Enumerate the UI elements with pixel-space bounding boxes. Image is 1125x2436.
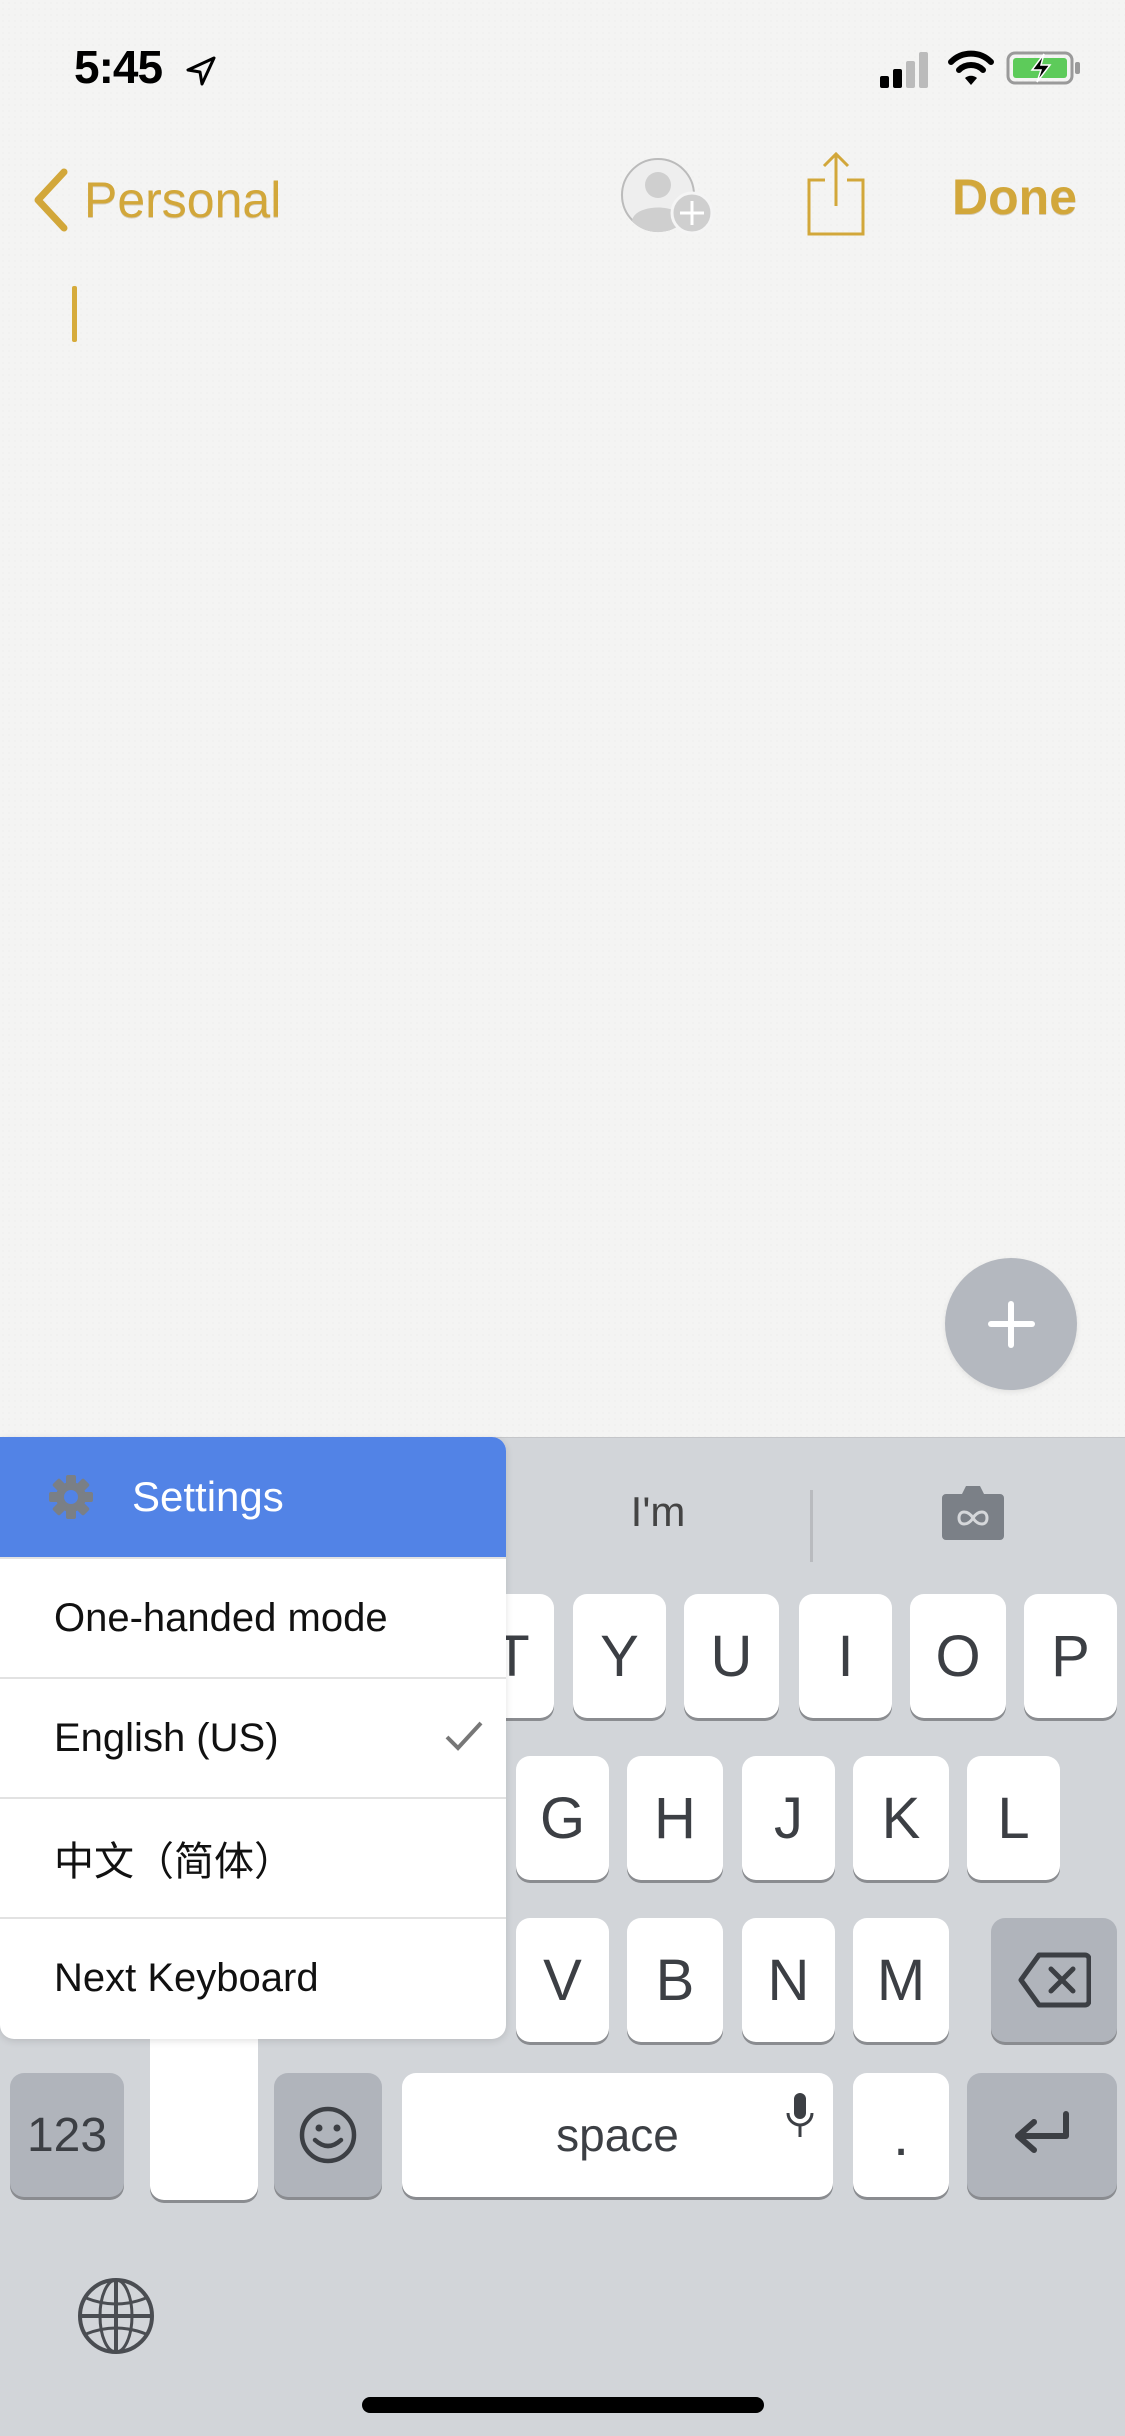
- battery-charging-icon: [1006, 51, 1080, 85]
- key-b[interactable]: B: [627, 1918, 723, 2042]
- microphone-icon[interactable]: [785, 2093, 815, 2137]
- add-person-icon[interactable]: [618, 155, 720, 241]
- menu-item-label: 中文（简体）: [54, 1840, 294, 1884]
- key-g[interactable]: G: [516, 1756, 609, 1880]
- checkmark-icon: [445, 1721, 483, 1751]
- menu-item-label: One-handed mode: [54, 1595, 388, 1640]
- menu-item-label: English (US): [54, 1715, 279, 1760]
- done-button[interactable]: Done: [952, 168, 1077, 226]
- back-label: Personal: [84, 172, 282, 228]
- key-u[interactable]: U: [684, 1594, 779, 1718]
- text-cursor: [72, 286, 77, 342]
- return-icon: [1015, 2111, 1069, 2153]
- share-icon[interactable]: [805, 150, 867, 238]
- gear-icon: [49, 1475, 93, 1519]
- suggestion-item[interactable]: I'm: [506, 1437, 810, 1587]
- menu-item-chinese-simplified[interactable]: 中文（简体）: [0, 1797, 506, 1917]
- numbers-key[interactable]: 123: [10, 2073, 124, 2197]
- status-time: 5:45: [74, 41, 163, 93]
- key-l[interactable]: L: [967, 1756, 1060, 1880]
- menu-item-label: Next Keyboard: [54, 1955, 319, 2000]
- delete-key[interactable]: [991, 1918, 1117, 2042]
- key-o[interactable]: O: [910, 1594, 1006, 1718]
- return-key[interactable]: [967, 2073, 1117, 2197]
- key-p[interactable]: P: [1024, 1594, 1117, 1718]
- cellular-signal-icon: [880, 52, 928, 88]
- key-h[interactable]: H: [627, 1756, 723, 1880]
- location-arrow-icon: [186, 56, 216, 86]
- smiley-icon: [299, 2106, 357, 2164]
- key-y[interactable]: Y: [573, 1594, 666, 1718]
- chevron-left-icon: [34, 168, 68, 232]
- menu-item-one-handed-mode[interactable]: One-handed mode: [0, 1557, 506, 1677]
- wifi-icon: [948, 50, 994, 85]
- globe-icon[interactable]: [76, 2276, 156, 2356]
- key-k[interactable]: K: [853, 1756, 949, 1880]
- back-button[interactable]: Personal: [30, 165, 281, 235]
- gif-camera-icon[interactable]: [942, 1484, 1004, 1540]
- home-indicator[interactable]: [362, 2397, 764, 2413]
- key-m[interactable]: M: [853, 1918, 949, 2042]
- suggestion-divider: [810, 1490, 813, 1562]
- emoji-key[interactable]: [274, 2073, 382, 2197]
- add-button[interactable]: [945, 1258, 1077, 1390]
- key-j[interactable]: J: [742, 1756, 835, 1880]
- key-i[interactable]: I: [799, 1594, 892, 1718]
- globe-key-highlight: [150, 2030, 258, 2200]
- backspace-icon: [1018, 1952, 1091, 2008]
- keyboard-menu: Settings One-handed mode English (US) 中文…: [0, 1437, 506, 2039]
- menu-settings-label: Settings: [132, 1473, 284, 1520]
- key-v[interactable]: V: [516, 1918, 609, 2042]
- space-key[interactable]: space: [402, 2073, 833, 2197]
- period-key[interactable]: .: [853, 2073, 949, 2197]
- menu-settings[interactable]: Settings: [0, 1437, 506, 1557]
- menu-item-english-us[interactable]: English (US): [0, 1677, 506, 1797]
- space-label: space: [556, 2109, 679, 2161]
- key-n[interactable]: N: [742, 1918, 835, 2042]
- menu-item-next-keyboard[interactable]: Next Keyboard: [0, 1917, 506, 2037]
